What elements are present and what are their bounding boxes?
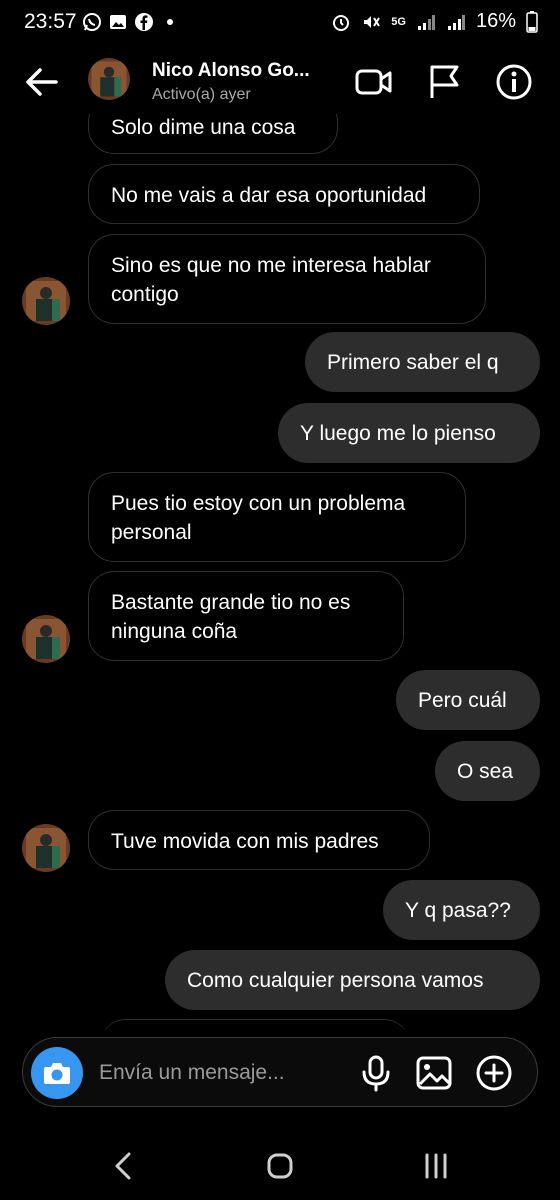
camera-icon (44, 1063, 70, 1084)
add-circle-icon[interactable] (475, 1054, 513, 1092)
signal-icon-2 (447, 14, 465, 30)
network-type: 5G (391, 15, 406, 28)
message-outgoing: Primero saber el q (305, 332, 540, 392)
gallery-icon[interactable] (415, 1054, 453, 1092)
mute-icon (364, 15, 381, 28)
microphone-icon[interactable] (357, 1054, 395, 1092)
alarm-icon (333, 14, 350, 31)
nav-home-icon[interactable] (260, 1148, 300, 1184)
nav-recent-apps-icon[interactable] (416, 1148, 456, 1184)
contact-name[interactable]: Nico Alonso Go... (152, 60, 310, 82)
header-avatar[interactable] (88, 58, 130, 100)
nav-back-icon[interactable] (104, 1148, 144, 1184)
status-time: 23:57 (24, 10, 77, 33)
message-incoming-clipped (100, 1019, 410, 1030)
message-input[interactable] (97, 1052, 341, 1094)
dot-icon (167, 19, 173, 25)
message-incoming: No me vais a dar esa oportunidad (88, 164, 480, 224)
contact-activity-status: Activo(a) ayer (152, 86, 251, 103)
message-composer (22, 1037, 538, 1107)
message-incoming: Tuve movida con mis padres (88, 810, 430, 870)
message-outgoing: Y luego me lo pienso (278, 403, 540, 463)
contact-avatar[interactable] (22, 615, 70, 663)
flag-report-icon[interactable] (424, 62, 464, 102)
video-call-icon[interactable] (354, 62, 394, 102)
message-incoming: Sino es que no me interesa hablar contig… (88, 234, 486, 324)
chat-header: Nico Alonso Go... Activo(a) ayer (0, 52, 560, 114)
signal-icon (417, 14, 435, 30)
message-list[interactable]: Solo dime una cosa No me vais a dar esa … (0, 0, 560, 1030)
whatsapp-icon (83, 13, 101, 31)
gallery-notification-icon (110, 15, 126, 29)
contact-avatar[interactable] (22, 824, 70, 872)
system-indicators: 5G 16% (331, 10, 538, 33)
facebook-icon (135, 13, 153, 31)
battery-icon (526, 10, 538, 33)
notification-icons (82, 12, 180, 32)
system-navigation-bar (0, 1130, 560, 1200)
instagram-dm-screen: Solo dime una cosa No me vais a dar esa … (0, 0, 560, 1200)
camera-button[interactable] (31, 1047, 83, 1099)
back-arrow-icon[interactable] (22, 62, 62, 102)
message-outgoing: Y q pasa?? (383, 880, 540, 940)
info-icon[interactable] (494, 62, 534, 102)
message-outgoing: Pero cuál (396, 670, 540, 730)
message-outgoing: Como cualquier persona vamos (165, 950, 540, 1010)
contact-avatar[interactable] (22, 277, 70, 325)
message-outgoing: O sea (435, 741, 540, 801)
message-incoming: Bastante grande tio no es ninguna coña (88, 571, 404, 661)
message-incoming: Pues tio estoy con un problema personal (88, 472, 466, 562)
status-bar: 23:57 5G 16% (0, 0, 560, 48)
battery-percent: 16% (475, 10, 516, 32)
